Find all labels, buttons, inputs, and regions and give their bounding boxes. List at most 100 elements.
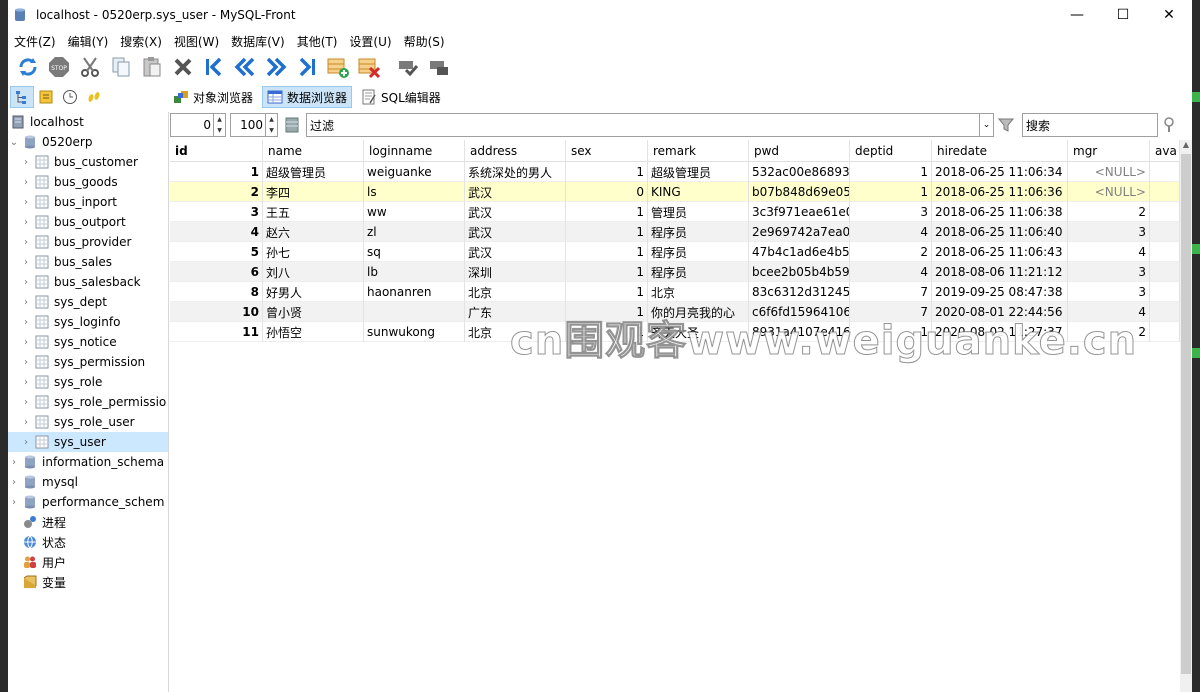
cell-sex[interactable]: 1 bbox=[566, 242, 648, 262]
tree-table-sys_loginfo[interactable]: › sys_loginfo bbox=[8, 312, 168, 332]
cell-address[interactable]: 深圳 bbox=[465, 262, 566, 282]
cell-name[interactable]: 好男人 bbox=[263, 282, 364, 302]
cell-remark[interactable]: KING bbox=[648, 182, 749, 202]
cell-hiredate[interactable]: 2019-09-25 08:47:38 bbox=[932, 282, 1068, 302]
tree-table-sys_role_user[interactable]: › sys_role_user bbox=[8, 412, 168, 432]
cell-loginname[interactable]: lb bbox=[364, 262, 465, 282]
cell-ava[interactable] bbox=[1150, 282, 1180, 302]
limit-spinner[interactable]: ▲ ▼ bbox=[266, 113, 278, 137]
filter-dropdown-button[interactable]: ⌄ bbox=[980, 113, 994, 137]
post-button[interactable] bbox=[392, 53, 423, 81]
cell-deptid[interactable]: 4 bbox=[850, 222, 932, 242]
chevron-right-icon[interactable]: › bbox=[8, 457, 20, 468]
offset-input[interactable]: 0 bbox=[170, 113, 214, 137]
menu-other[interactable]: 其他(T) bbox=[291, 33, 344, 50]
cell-mgr[interactable]: 3 bbox=[1068, 262, 1150, 282]
column-header-address[interactable]: address bbox=[465, 140, 566, 162]
column-header-sex[interactable]: sex bbox=[566, 140, 648, 162]
maximize-button[interactable]: ☐ bbox=[1100, 0, 1146, 30]
menu-file[interactable]: 文件(Z) bbox=[8, 33, 62, 50]
chevron-right-icon[interactable]: › bbox=[20, 317, 32, 328]
cell-remark[interactable]: 程序员 bbox=[648, 242, 749, 262]
cell-pwd[interactable]: 83c6312d312452 bbox=[749, 282, 850, 302]
menu-help[interactable]: 帮助(S) bbox=[398, 33, 451, 50]
cell-loginname[interactable]: zl bbox=[364, 222, 465, 242]
table-row[interactable]: 4 赵六 zl 武汉 1 程序员 2e969742a7ea0c 4 2018-06-25 11:… bbox=[170, 222, 1180, 242]
tab-data-browser[interactable]: 数据浏览器 bbox=[262, 86, 353, 108]
cell-mgr[interactable]: <NULL> bbox=[1068, 162, 1150, 182]
table-row[interactable]: 3王五ww武汉1管理员3c3f971eae61e0932018-06-25 11… bbox=[170, 202, 1180, 222]
navigator-toggle[interactable] bbox=[10, 86, 34, 108]
insert-record-button[interactable] bbox=[322, 53, 353, 81]
table-row[interactable]: 6 刘八 lb 深圳 1 程序员 bcee2b05b4b591 4 2018-08-06 11:… bbox=[170, 262, 1180, 282]
tree-table-bus_sales[interactable]: › bus_sales bbox=[8, 252, 168, 272]
menu-settings[interactable]: 设置(U) bbox=[343, 33, 397, 50]
cell-id[interactable]: 6 bbox=[170, 262, 263, 282]
delete-button[interactable] bbox=[167, 53, 198, 81]
chevron-right-icon[interactable]: › bbox=[20, 217, 32, 228]
cell-pwd[interactable]: b07b848d69e055 bbox=[749, 182, 850, 202]
cell-name[interactable]: 刘八 bbox=[263, 262, 364, 282]
cell-hiredate[interactable]: 2018-06-25 11:06:40 bbox=[932, 222, 1068, 242]
explorer-toggle[interactable] bbox=[82, 86, 106, 108]
close-button[interactable]: ✕ bbox=[1146, 0, 1192, 30]
cell-name[interactable]: 孙悟空 bbox=[263, 322, 364, 342]
column-header-id[interactable]: id bbox=[170, 140, 263, 162]
cell-hiredate[interactable]: 2018-06-25 11:06:36 bbox=[932, 182, 1068, 202]
cell-loginname[interactable]: haonanren bbox=[364, 282, 465, 302]
cell-hiredate[interactable]: 2018-06-25 11:06:38 bbox=[932, 202, 1068, 222]
chevron-right-icon[interactable]: › bbox=[20, 177, 32, 188]
menu-edit[interactable]: 编辑(Y) bbox=[62, 33, 115, 50]
tree-table-bus_inport[interactable]: › bus_inport bbox=[8, 192, 168, 212]
column-header-deptid[interactable]: deptid bbox=[850, 140, 932, 162]
cell-id[interactable]: 5 bbox=[170, 242, 263, 262]
cell-deptid[interactable]: 3 bbox=[850, 202, 932, 222]
filter-apply-button[interactable] bbox=[994, 113, 1018, 137]
cell-mgr[interactable]: 3 bbox=[1068, 222, 1150, 242]
cell-mgr[interactable]: 2 bbox=[1068, 202, 1150, 222]
table-row[interactable]: 1 超级管理员 weiguanke 系统深处的男人 1 超级管理员 532ac00e8689… bbox=[170, 162, 1180, 182]
chevron-right-icon[interactable]: › bbox=[20, 157, 32, 168]
cell-deptid[interactable]: 4 bbox=[850, 262, 932, 282]
cell-address[interactable]: 北京 bbox=[465, 282, 566, 302]
cell-ava[interactable] bbox=[1150, 222, 1180, 242]
tree-item-variables[interactable]: 变量 bbox=[8, 572, 168, 592]
copy-button[interactable] bbox=[105, 53, 136, 81]
minimize-button[interactable]: — bbox=[1054, 0, 1100, 30]
chevron-right-icon[interactable]: › bbox=[8, 477, 20, 488]
cell-pwd[interactable]: bcee2b05b4b591 bbox=[749, 262, 850, 282]
chevron-right-icon[interactable]: › bbox=[20, 237, 32, 248]
chevron-right-icon[interactable]: › bbox=[20, 357, 32, 368]
menu-database[interactable]: 数据库(V) bbox=[225, 33, 291, 50]
cell-hiredate[interactable]: 2018-06-25 11:06:43 bbox=[932, 242, 1068, 262]
vertical-scrollbar[interactable]: ▲ bbox=[1180, 140, 1192, 692]
table-row[interactable]: 5 孙七 sq 武汉 1 程序员 47b4c1ad6e4b54 2 2018-06-25 11:… bbox=[170, 242, 1180, 262]
cell-pwd[interactable]: 47b4c1ad6e4b54 bbox=[749, 242, 850, 262]
cell-id[interactable]: 10 bbox=[170, 302, 263, 322]
cell-sex[interactable]: 0 bbox=[566, 182, 648, 202]
cell-id[interactable]: 11 bbox=[170, 322, 263, 342]
cell-sex[interactable]: 1 bbox=[566, 282, 648, 302]
scrollbar-thumb[interactable] bbox=[1181, 154, 1191, 674]
chevron-right-icon[interactable]: › bbox=[20, 397, 32, 408]
tab-object-browser[interactable]: 对象浏览器 bbox=[168, 86, 258, 108]
cell-name[interactable]: 超级管理员 bbox=[263, 162, 364, 182]
cell-ava[interactable] bbox=[1150, 162, 1180, 182]
column-header-ava[interactable]: ava bbox=[1150, 140, 1180, 162]
cell-pwd[interactable]: 532ac00e868939 bbox=[749, 162, 850, 182]
history-toggle[interactable] bbox=[58, 86, 82, 108]
cell-ava[interactable] bbox=[1150, 262, 1180, 282]
cell-loginname[interactable]: weiguanke bbox=[364, 162, 465, 182]
cell-name[interactable]: 王五 bbox=[263, 202, 364, 222]
cell-name[interactable]: 李四 bbox=[263, 182, 364, 202]
chevron-right-icon[interactable]: › bbox=[20, 197, 32, 208]
table-row[interactable]: 2 李四 ls 武汉 0 KING b07b848d69e055 1 2018-06-25 11… bbox=[170, 182, 1180, 202]
chevron-right-icon[interactable]: › bbox=[20, 337, 32, 348]
cell-ava[interactable] bbox=[1150, 322, 1180, 342]
menu-search[interactable]: 搜索(X) bbox=[114, 33, 168, 50]
cell-id[interactable]: 3 bbox=[170, 202, 263, 222]
filter-input[interactable]: 过滤 bbox=[306, 113, 980, 137]
cell-deptid[interactable]: 1 bbox=[850, 162, 932, 182]
cut-button[interactable] bbox=[74, 53, 105, 81]
tree-table-sys_role[interactable]: › sys_role bbox=[8, 372, 168, 392]
